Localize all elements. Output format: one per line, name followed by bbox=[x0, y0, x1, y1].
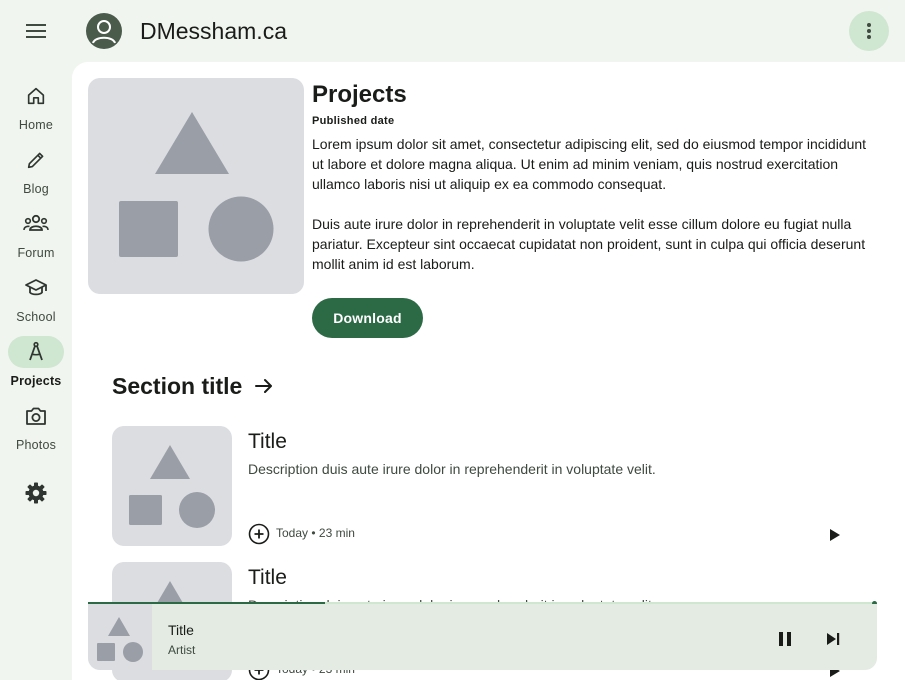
groups-icon bbox=[8, 208, 64, 240]
player-artwork-placeholder bbox=[88, 604, 152, 670]
player-artist: Artist bbox=[168, 643, 196, 657]
section-title[interactable]: Section title bbox=[112, 371, 242, 401]
arrow-right-icon[interactable] bbox=[252, 374, 276, 398]
rail-label: Forum bbox=[17, 246, 55, 260]
play-icon[interactable] bbox=[822, 523, 846, 547]
pause-icon[interactable] bbox=[773, 627, 797, 651]
rail-item-projects[interactable]: Projects bbox=[0, 336, 72, 392]
navigation-rail: Home Blog Forum School Projects Photos bbox=[0, 62, 72, 680]
camera-icon bbox=[8, 400, 64, 432]
menu-icon[interactable] bbox=[16, 11, 56, 51]
list-item[interactable]: Title Description duis aute irure dolor … bbox=[112, 426, 872, 546]
rail-label: Photos bbox=[15, 438, 57, 452]
card-meta: Today • 23 min bbox=[276, 526, 355, 540]
compass-icon bbox=[8, 336, 64, 368]
hero-paragraph: Duis aute irure dolor in reprehenderit i… bbox=[312, 216, 866, 272]
rail-item-home[interactable]: Home bbox=[0, 80, 72, 136]
gear-icon[interactable] bbox=[22, 479, 50, 507]
rail-label: Home bbox=[18, 118, 54, 132]
rail-label: Projects bbox=[10, 374, 62, 388]
hero-paragraph: Lorem ipsum dolor sit amet, consectetur … bbox=[312, 136, 867, 192]
top-app-bar: DMessham.ca bbox=[0, 0, 905, 62]
main-content: Projects Published date Lorem ipsum dolo… bbox=[72, 62, 905, 680]
mini-player[interactable]: Title Artist bbox=[88, 604, 877, 670]
card-title: Title bbox=[248, 430, 287, 453]
download-button[interactable]: Download bbox=[312, 298, 423, 338]
published-date: Published date bbox=[312, 115, 395, 127]
skip-next-icon[interactable] bbox=[821, 627, 845, 651]
school-icon bbox=[8, 272, 64, 304]
rail-item-blog[interactable]: Blog bbox=[0, 144, 72, 200]
home-icon bbox=[8, 80, 64, 112]
rail-label: Blog bbox=[23, 182, 49, 196]
rail-item-photos[interactable]: Photos bbox=[0, 400, 72, 456]
hero-image-placeholder bbox=[88, 78, 304, 294]
hero-body: Lorem ipsum dolor sit amet, consectetur … bbox=[312, 134, 872, 274]
more-vert-icon[interactable] bbox=[849, 11, 889, 51]
site-title[interactable]: DMessham.ca bbox=[140, 16, 287, 46]
card-image-placeholder bbox=[112, 426, 232, 546]
page-title: Projects bbox=[312, 81, 407, 108]
card-description: Description duis aute irure dolor in rep… bbox=[248, 461, 656, 477]
rail-item-forum[interactable]: Forum bbox=[0, 208, 72, 264]
account-icon[interactable] bbox=[86, 13, 122, 49]
card-title: Title bbox=[248, 566, 287, 589]
player-title: Title bbox=[168, 622, 194, 638]
rail-label: School bbox=[16, 310, 56, 324]
pencil-icon bbox=[8, 144, 64, 176]
rail-item-school[interactable]: School bbox=[0, 272, 72, 328]
add-circle-icon[interactable] bbox=[248, 523, 270, 545]
